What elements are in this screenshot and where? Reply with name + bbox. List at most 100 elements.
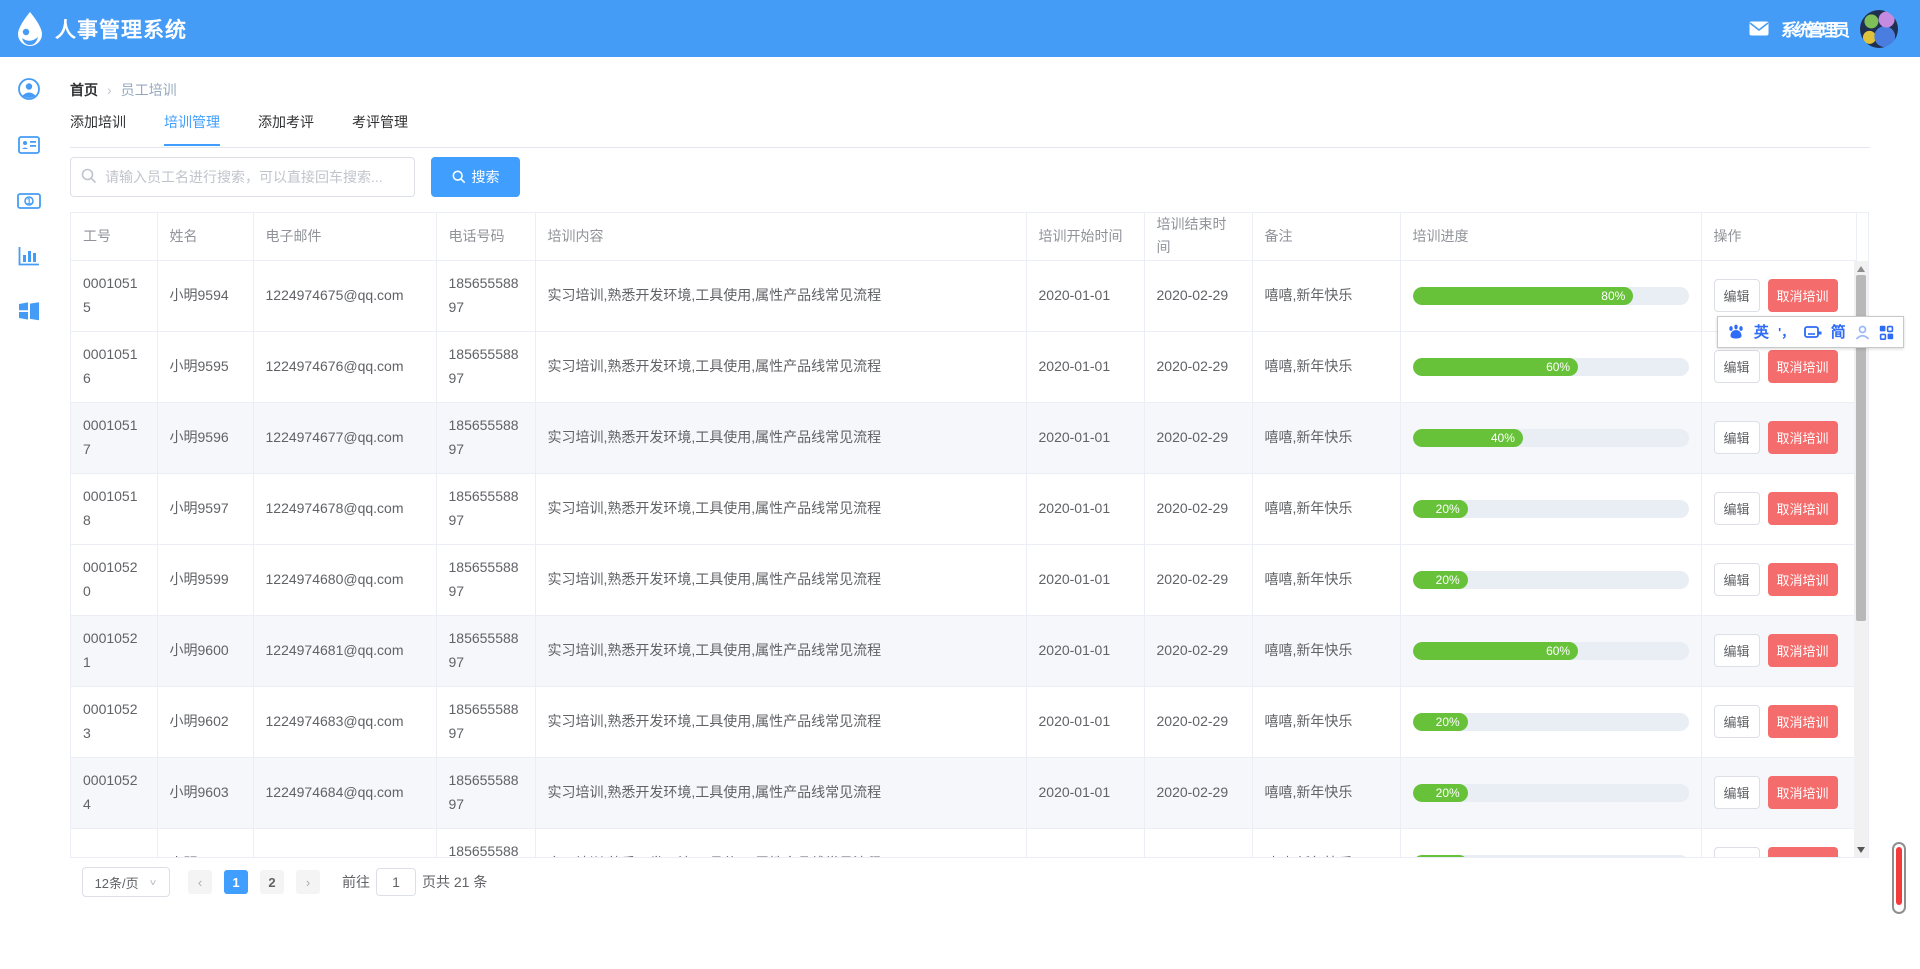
prev-page-button[interactable]: ‹ [188,870,212,894]
cell-email: 1224974681@qq.com [253,615,436,686]
ime-logo-paw-icon[interactable] [1727,324,1745,340]
cell-progress: 20% [1400,828,1701,858]
goto-page-input[interactable] [376,868,416,896]
cell-id: 00010517 [71,402,157,473]
app-logo: 人事管理系统 [14,11,187,47]
cell-end: 2020-02-29 [1144,615,1252,686]
cell-name: 小明9604 [157,828,253,858]
cell-note: 嘻嘻,新年快乐 [1252,686,1400,757]
cell-end: 2020-02-29 [1144,686,1252,757]
cancel-training-button[interactable]: 取消培训 [1768,634,1838,667]
edit-button[interactable]: 编辑 [1714,776,1760,809]
progress-label: 20% [1436,716,1468,728]
cell-phone: 18565558897 [436,544,535,615]
sidebar-item-account[interactable] [0,74,57,104]
progress-bar: 60% [1413,642,1689,660]
tab-bar: 添加培训 培训管理 添加考评 考评管理 [70,112,1870,148]
cancel-training-button[interactable]: 取消培训 [1768,776,1838,809]
scroll-up-icon[interactable] [1857,266,1865,272]
tab-4[interactable]: 考评管理 [352,112,408,144]
scroll-down-icon[interactable] [1857,847,1865,853]
table-scrollbar[interactable] [1854,261,1868,858]
ime-keyboard-icon[interactable] [1804,325,1822,339]
tab-3[interactable]: 添加考评 [258,112,314,144]
page-size-value: 12条/页 [95,873,139,892]
tab-1[interactable]: 添加培训 [70,112,126,144]
edit-button[interactable]: 编辑 [1714,705,1760,738]
progress-fill: 20% [1413,571,1468,589]
cancel-training-button[interactable]: 取消培训 [1768,350,1838,383]
cell-name: 小明9603 [157,757,253,828]
cell-progress: 40% [1400,402,1701,473]
search-row: 搜索 [70,157,520,197]
cell-email: 1224974677@qq.com [253,402,436,473]
edit-button[interactable]: 编辑 [1714,847,1760,858]
cancel-training-button[interactable]: 取消培训 [1768,492,1838,525]
progress-label: 60% [1546,645,1578,657]
table-row: 00010515小明95941224974675@qq.com185655588… [71,260,1856,331]
edit-button[interactable]: 编辑 [1714,421,1760,454]
progress-bar: 20% [1413,571,1689,589]
ime-account-icon[interactable] [1855,325,1870,340]
money-icon: 1 [17,193,41,209]
cell-progress: 20% [1400,473,1701,544]
window-scrollbar-thumb[interactable] [1896,847,1902,905]
ime-menu-grid-icon[interactable] [1879,325,1894,340]
table-row: 00010520小明95991224974680@qq.com185655588… [71,544,1856,615]
progress-bar: 20% [1413,713,1689,731]
mail-icon[interactable] [1749,21,1769,36]
page-button-2[interactable]: 2 [260,870,284,894]
cell-email: 1224974678@qq.com [253,473,436,544]
progress-bar: 20% [1413,784,1689,802]
cancel-training-button[interactable]: 取消培训 [1768,421,1838,454]
page-button-1[interactable]: 1 [224,870,248,894]
progress-label: 20% [1436,787,1468,799]
pagination: 12条/页 ∨ ‹ 1 2 › 前往 页共 21 条 [82,867,487,897]
sidebar-item-dashboard[interactable] [0,296,57,326]
window-scrollbar[interactable] [1892,842,1906,914]
cell-note: 嘻嘻,新年快乐 [1252,402,1400,473]
cell-id: 00010520 [71,544,157,615]
cell-start: 2020-01-01 [1026,615,1144,686]
main-content: 首页 › 员工培训 添加培训培训管理添加考评考评管理 搜索 工号姓名电子邮件电话… [70,57,1870,969]
cell-id: 00010521 [71,615,157,686]
cell-name: 小明9599 [157,544,253,615]
cell-note: 嘻嘻,新年快乐 [1252,331,1400,402]
edit-button[interactable]: 编辑 [1714,492,1760,525]
edit-button[interactable]: 编辑 [1714,350,1760,383]
avatar[interactable] [1860,10,1898,48]
cell-email: 1224974684@qq.com [253,757,436,828]
cell-name: 小明9600 [157,615,253,686]
cell-content: 实习培训,熟悉开发环境,工具使用,属性产品线常见流程 [535,402,1026,473]
next-page-button[interactable]: › [296,870,320,894]
edit-button[interactable]: 编辑 [1714,634,1760,667]
page-size-select[interactable]: 12条/页 ∨ [82,867,170,897]
breadcrumb-home[interactable]: 首页 [70,80,98,100]
cell-id: 00010518 [71,473,157,544]
ime-punctuation-toggle[interactable]: '， [1778,326,1794,339]
edit-button[interactable]: 编辑 [1714,563,1760,596]
ime-language-toggle[interactable]: 英 [1754,325,1769,340]
search-input[interactable] [70,157,415,197]
cell-content: 实习培训,熟悉开发环境,工具使用,属性产品线常见流程 [535,473,1026,544]
sidebar-item-statistics[interactable] [0,241,57,271]
cancel-training-button[interactable]: 取消培训 [1768,847,1838,858]
ime-charset-toggle[interactable]: 简 [1831,325,1846,340]
username[interactable]: 系统管理员 [1781,16,1846,41]
cell-content: 实习培训,熟悉开发环境,工具使用,属性产品线常见流程 [535,686,1026,757]
cancel-training-button[interactable]: 取消培训 [1768,279,1838,312]
ime-toolbar: 英 '， 简 [1717,316,1904,348]
cancel-training-button[interactable]: 取消培训 [1768,705,1838,738]
cell-phone: 18565558897 [436,473,535,544]
tab-2[interactable]: 培训管理 [164,112,220,146]
search-button[interactable]: 搜索 [431,157,520,197]
progress-label: 20% [1436,503,1468,515]
cell-id: 00010523 [71,686,157,757]
progress-fill: 40% [1413,429,1523,447]
sidebar-item-employees[interactable] [0,130,57,160]
cell-content: 实习培训,熟悉开发环境,工具使用,属性产品线常见流程 [535,544,1026,615]
sidebar-item-salary[interactable]: 1 [0,186,57,216]
cell-name: 小明9594 [157,260,253,331]
cancel-training-button[interactable]: 取消培训 [1768,563,1838,596]
edit-button[interactable]: 编辑 [1714,279,1760,312]
